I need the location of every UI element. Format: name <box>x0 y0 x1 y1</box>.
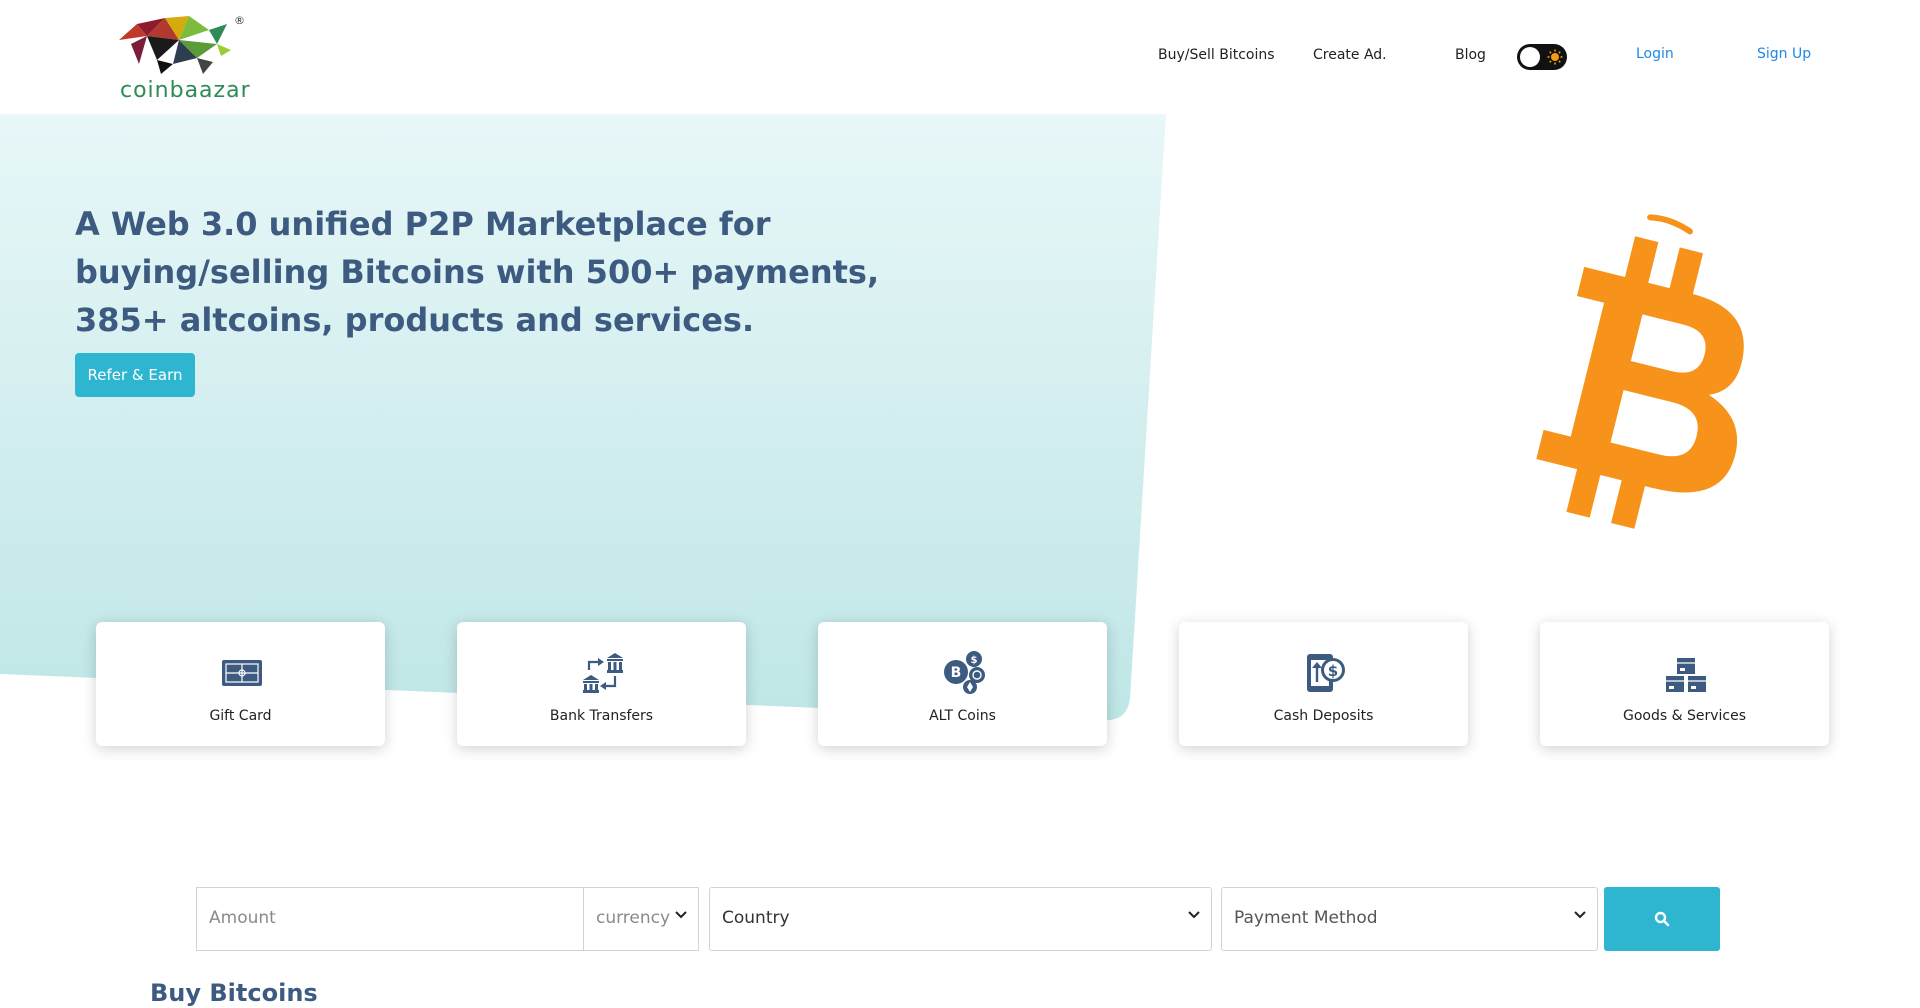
buy-bitcoins-heading: Buy Bitcoins <box>150 979 318 1007</box>
registered-mark: ® <box>234 14 245 27</box>
refer-earn-button[interactable]: Refer & Earn <box>75 353 195 397</box>
nav-create-ad[interactable]: Create Ad. <box>1313 47 1387 63</box>
login-link[interactable]: Login <box>1636 46 1674 62</box>
search-button[interactable] <box>1604 887 1720 951</box>
site-header: ® coinbaazar Buy/Sell Bitcoins Create Ad… <box>0 0 1920 114</box>
category-label: Bank Transfers <box>549 708 654 724</box>
payment-method-select[interactable]: Payment Method <box>1221 887 1598 951</box>
search-icon <box>1654 911 1670 927</box>
toggle-knob <box>1520 47 1540 67</box>
chevron-down-icon <box>675 911 687 919</box>
currency-value: currency <box>596 908 671 928</box>
svg-text:B: B <box>951 665 962 681</box>
currency-select[interactable]: currency <box>583 887 699 951</box>
brand-name: coinbaazar <box>120 78 251 103</box>
hero-title: A Web 3.0 unified P2P Marketplace for bu… <box>75 205 880 339</box>
signup-link[interactable]: Sign Up <box>1757 46 1811 62</box>
category-label: Goods & Services <box>1622 708 1746 724</box>
svg-text:$: $ <box>971 655 978 666</box>
gift-card-icon <box>222 660 262 686</box>
goods-services-icon <box>1666 658 1706 692</box>
svg-text:$: $ <box>1328 662 1338 680</box>
category-cash-deposits[interactable]: $ Cash Deposits <box>1179 622 1468 746</box>
cash-deposit-icon: $ <box>1307 654 1345 692</box>
bitcoin-logo-icon <box>1536 214 1744 529</box>
category-bank-transfers[interactable]: Bank Transfers <box>457 622 746 746</box>
category-label: ALT Coins <box>929 708 996 724</box>
nav-buy-sell-bitcoins[interactable]: Buy/Sell Bitcoins <box>1158 47 1275 63</box>
category-label: Gift Card <box>209 708 272 724</box>
sun-icon <box>1547 49 1563 65</box>
theme-toggle[interactable] <box>1517 44 1567 70</box>
nav-blog[interactable]: Blog <box>1455 47 1486 63</box>
category-goods-services[interactable]: Goods & Services <box>1540 622 1829 746</box>
payment-method-value: Payment Method <box>1234 908 1378 928</box>
chevron-down-icon <box>1188 911 1200 919</box>
category-label: Cash Deposits <box>1273 708 1374 724</box>
country-value: Country <box>722 908 790 928</box>
country-select[interactable]: Country <box>709 887 1212 951</box>
category-alt-coins[interactable]: B $ ALT Coins <box>818 622 1107 746</box>
category-gift-card[interactable]: Gift Card <box>96 622 385 746</box>
amount-input[interactable]: Amount <box>196 887 584 951</box>
alt-coins-icon: B $ <box>944 651 985 694</box>
bull-logo-icon <box>119 16 231 74</box>
amount-placeholder: Amount <box>209 908 276 928</box>
chevron-down-icon <box>1574 911 1586 919</box>
bank-transfer-icon <box>583 653 623 693</box>
brand-logo[interactable]: ® coinbaazar <box>117 14 252 103</box>
